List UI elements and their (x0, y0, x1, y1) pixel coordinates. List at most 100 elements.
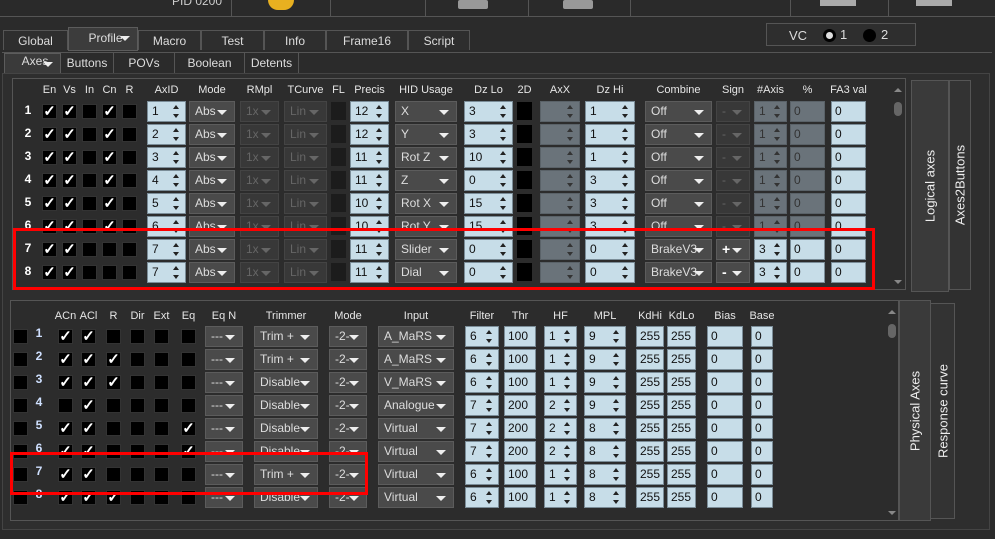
physical-dir-field[interactable] (130, 329, 145, 344)
logical-en-field[interactable]: ✓ (42, 196, 57, 211)
logical-en-field[interactable]: ✓ (42, 127, 57, 142)
physical-ext-field[interactable] (154, 421, 169, 436)
physical-input-field[interactable]: Virtual (378, 418, 454, 439)
physical-filter-field[interactable]: 6 (465, 326, 499, 347)
physical-row-select-checkbox[interactable] (13, 375, 28, 390)
logical-r-field[interactable] (122, 219, 137, 234)
physical-kdhi-field[interactable]: 255 (636, 487, 664, 508)
spin-arrows-icon[interactable] (486, 422, 493, 435)
physical-mode-field[interactable]: -2- (329, 372, 367, 393)
logical-vs-field[interactable]: ✓ (62, 150, 77, 165)
logical-sign-field[interactable]: - (716, 193, 750, 214)
physical-bias-field[interactable]: 0 (707, 395, 743, 416)
logical-pct-field[interactable]: 0 (790, 193, 825, 214)
physical-kdhi-field[interactable]: 255 (636, 464, 664, 485)
tab-test[interactable]: Test (201, 30, 264, 50)
physical-trimmer-field[interactable]: Trim + (254, 326, 318, 347)
logical-hid-field[interactable]: Rot X (395, 193, 457, 214)
logical-mode-field[interactable]: Abs (189, 124, 235, 145)
physical-filter-field[interactable]: 6 (465, 464, 499, 485)
logical-fl-field[interactable] (331, 263, 346, 281)
physical-dir-field[interactable] (130, 421, 145, 436)
spin-arrows-icon[interactable] (564, 422, 571, 435)
physical-eqn-field[interactable]: --- (205, 372, 243, 393)
physical-scrollbar[interactable] (887, 310, 897, 515)
spin-arrows-icon[interactable] (173, 128, 180, 141)
logical-sign-field[interactable]: - (716, 101, 750, 122)
logical-fa3-field[interactable]: 0 (831, 193, 866, 214)
spin-arrows-icon[interactable] (486, 376, 493, 389)
physical-dir-field[interactable] (130, 375, 145, 390)
logical-rmpl-field[interactable]: 1x (240, 170, 279, 191)
logical-in-field[interactable] (82, 173, 97, 188)
logical-dzhi-field[interactable]: 1 (585, 124, 635, 145)
spin-arrows-icon[interactable] (564, 399, 571, 412)
logical-combine-field[interactable]: BrakeV3 (645, 239, 712, 260)
logical-vs-field[interactable]: ✓ (62, 219, 77, 234)
subtab-boolean[interactable]: Boolean (175, 53, 245, 73)
physical-kdlo-field[interactable]: 255 (667, 487, 696, 508)
physical-r-field[interactable] (106, 421, 121, 436)
physical-kdlo-field[interactable]: 255 (667, 418, 696, 439)
physical-eqn-field[interactable]: --- (205, 395, 243, 416)
spin-arrows-icon[interactable] (500, 128, 507, 141)
spin-arrows-icon[interactable] (774, 151, 781, 164)
logical-hid-field[interactable]: Rot Y (395, 216, 457, 237)
spin-arrows-icon[interactable] (376, 197, 383, 210)
logical-combine-field[interactable]: Off (645, 124, 712, 145)
logical-vs-field[interactable]: ✓ (62, 265, 77, 280)
logical-pct-field[interactable]: 0 (790, 239, 825, 260)
spin-arrows-icon[interactable] (613, 491, 620, 504)
physical-filter-field[interactable]: 7 (465, 395, 499, 416)
logical-hid-field[interactable]: Rot Z (395, 147, 457, 168)
physical-base-field[interactable]: 0 (751, 441, 773, 462)
logical-mode-field[interactable]: Abs (189, 216, 235, 237)
logical-axx-field[interactable] (540, 193, 580, 214)
logical-axx-field[interactable] (540, 239, 580, 260)
logical-r-field[interactable] (122, 173, 137, 188)
logical-axx-field[interactable] (540, 216, 580, 237)
physical-mpl-field[interactable]: 8 (584, 464, 626, 485)
physical-bias-field[interactable]: 0 (707, 418, 743, 439)
physical-input-field[interactable]: Virtual (378, 441, 454, 462)
physical-base-field[interactable]: 0 (751, 372, 773, 393)
logical-axid-field[interactable]: 7 (147, 262, 186, 283)
logical-fa3-field[interactable]: 0 (831, 216, 866, 237)
logical-axx-field[interactable] (540, 262, 580, 283)
physical-eqn-field[interactable]: --- (205, 326, 243, 347)
physical-acn-field[interactable]: ✓ (58, 467, 73, 482)
spin-arrows-icon[interactable] (500, 105, 507, 118)
physical-bias-field[interactable]: 0 (707, 372, 743, 393)
physical-acl-field[interactable]: ✓ (81, 444, 96, 459)
logical-naxis-field[interactable]: 1 (754, 124, 787, 145)
logical-axid-field[interactable]: 3 (147, 147, 186, 168)
spin-arrows-icon[interactable] (613, 468, 620, 481)
physical-acn-field[interactable]: ✓ (58, 490, 73, 505)
physical-dir-field[interactable] (130, 398, 145, 413)
logical-rmpl-field[interactable]: 1x (240, 239, 279, 260)
physical-row-select-checkbox[interactable] (13, 352, 28, 367)
spin-arrows-icon[interactable] (173, 151, 180, 164)
logical-tcurve-field[interactable]: Lin (284, 170, 327, 191)
logical-mode-field[interactable]: Abs (189, 101, 235, 122)
physical-eq-field[interactable] (181, 467, 196, 482)
physical-hf-field[interactable]: 2 (544, 395, 577, 416)
spin-arrows-icon[interactable] (500, 197, 507, 210)
logical-hid-field[interactable]: Slider (395, 239, 457, 260)
logical-precis-field[interactable]: 12 (350, 124, 389, 145)
logical-dzhi-field[interactable]: 3 (585, 216, 635, 237)
logical-dzlo-field[interactable]: 3 (464, 124, 513, 145)
side-tab-physical-axes[interactable]: Physical Axes (899, 300, 931, 521)
physical-r-field[interactable] (106, 329, 121, 344)
logical-fl-field[interactable] (331, 240, 346, 258)
logical-dzlo-field[interactable]: 0 (464, 262, 513, 283)
logical-axid-field[interactable]: 7 (147, 239, 186, 260)
physical-mode-field[interactable]: -2- (329, 395, 367, 416)
physical-base-field[interactable]: 0 (751, 395, 773, 416)
physical-trimmer-field[interactable]: Disable (254, 395, 318, 416)
physical-thr-field[interactable]: 100 (504, 349, 536, 370)
logical-rmpl-field[interactable]: 1x (240, 262, 279, 283)
physical-eqn-field[interactable]: --- (205, 349, 243, 370)
spin-arrows-icon[interactable] (613, 376, 620, 389)
physical-trimmer-field[interactable]: Disable (254, 372, 318, 393)
